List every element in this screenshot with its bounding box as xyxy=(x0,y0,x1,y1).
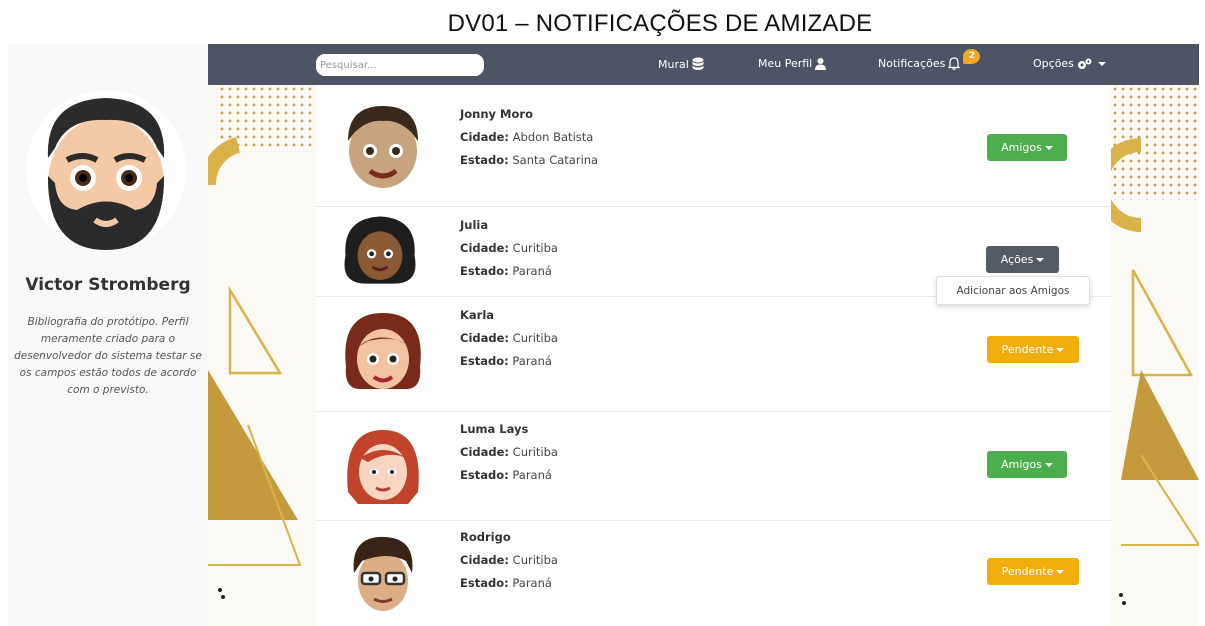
pendente-button-label: Pendente xyxy=(1001,565,1054,578)
friend-avatar xyxy=(338,529,428,619)
nav-mural-label: Mural xyxy=(658,57,689,71)
friend-cidade: Curitiba xyxy=(512,553,558,567)
estado-label: Estado: xyxy=(460,468,509,482)
cidade-label: Cidade: xyxy=(460,130,510,144)
database-icon xyxy=(692,57,704,70)
friend-cidade: Abdon Batista xyxy=(512,130,594,144)
right-decoration xyxy=(1111,85,1199,626)
chevron-down-icon xyxy=(1056,569,1065,574)
search-input[interactable] xyxy=(316,54,484,76)
chevron-down-icon xyxy=(1097,61,1106,66)
nav-opcoes[interactable]: Opções xyxy=(1033,57,1106,70)
acoes-button[interactable]: Ações xyxy=(986,246,1059,273)
page-caption: DV01 – NOTIFICAÇÕES DE AMIZADE xyxy=(447,10,873,37)
chevron-down-icon xyxy=(1044,462,1053,467)
amigos-button-label: Amigos xyxy=(1001,458,1042,471)
pendente-button-label: Pendente xyxy=(1001,343,1054,356)
friend-info: Rodrigo Cidade: Curitiba Estado: Paraná xyxy=(460,530,558,599)
cidade-label: Cidade: xyxy=(460,241,510,255)
amigos-button[interactable]: Amigos xyxy=(987,451,1067,478)
pendente-button[interactable]: Pendente xyxy=(987,558,1079,585)
friend-cidade: Curitiba xyxy=(512,241,558,255)
friend-name: Karla xyxy=(460,308,495,322)
friend-list: Jonny Moro Cidade: Abdon Batista Estado:… xyxy=(316,85,1111,626)
friend-row: Luma Lays Cidade: Curitiba Estado: Paran… xyxy=(316,412,1111,521)
profile-bio: Bibliografia do protótipo. Perfil merame… xyxy=(14,316,202,396)
estado-label: Estado: xyxy=(460,354,509,368)
nav-meu-perfil[interactable]: Meu Perfil xyxy=(758,57,827,70)
nav-meu-perfil-label: Meu Perfil xyxy=(758,57,813,70)
friend-info: Julia Cidade: Curitiba Estado: Paraná xyxy=(460,218,558,287)
profile-panel: Victor Stromberg Bibliografia do protóti… xyxy=(8,44,208,626)
friend-name: Jonny Moro xyxy=(460,107,533,121)
friend-info: Jonny Moro Cidade: Abdon Batista Estado:… xyxy=(460,107,598,176)
nav-opcoes-label: Opções xyxy=(1033,57,1074,70)
friend-name: Rodrigo xyxy=(460,530,511,544)
cidade-label: Cidade: xyxy=(460,445,510,459)
friend-avatar xyxy=(338,422,428,512)
cidade-label: Cidade: xyxy=(460,553,510,567)
dropdown-item-adicionar-amigos[interactable]: Adicionar aos Amigos xyxy=(936,276,1090,305)
amigos-button[interactable]: Amigos xyxy=(987,134,1067,161)
left-decoration xyxy=(208,85,316,626)
friend-avatar xyxy=(338,101,428,191)
friend-cidade: Curitiba xyxy=(512,331,558,345)
friend-avatar xyxy=(338,209,422,293)
profile-name: Victor Stromberg xyxy=(25,275,191,295)
friend-estado: Paraná xyxy=(512,576,552,590)
friend-row: Karla Cidade: Curitiba Estado: Paraná Pe… xyxy=(316,297,1111,412)
friend-name: Julia xyxy=(460,218,489,232)
bell-icon xyxy=(948,57,961,70)
friend-row: Jonny Moro Cidade: Abdon Batista Estado:… xyxy=(316,85,1111,207)
estado-label: Estado: xyxy=(460,264,509,278)
chevron-down-icon xyxy=(1044,145,1053,150)
acoes-button-label: Ações xyxy=(1000,253,1034,266)
amigos-button-label: Amigos xyxy=(1001,141,1042,154)
nav-notificacoes-label: Notificações xyxy=(878,57,946,70)
estado-label: Estado: xyxy=(460,576,509,590)
friend-estado: Paraná xyxy=(512,264,552,278)
estado-label: Estado: xyxy=(460,153,509,167)
friend-estado: Paraná xyxy=(512,354,552,368)
dropdown-item-label: Adicionar aos Amigos xyxy=(956,284,1070,297)
user-icon xyxy=(815,57,827,70)
friend-info: Karla Cidade: Curitiba Estado: Paraná xyxy=(460,308,558,377)
notification-badge: 2 xyxy=(963,48,981,64)
chevron-down-icon xyxy=(1056,347,1065,352)
profile-avatar xyxy=(26,90,186,250)
friend-name: Luma Lays xyxy=(460,422,529,436)
friend-avatar xyxy=(338,307,428,397)
nav-notificacoes[interactable]: Notificações 2 xyxy=(878,48,981,70)
chevron-down-icon xyxy=(1036,257,1045,262)
cidade-label: Cidade: xyxy=(460,331,510,345)
friend-estado: Paraná xyxy=(512,468,552,482)
top-navbar: Mural Meu Perfil Notificações 2 Opções xyxy=(208,44,1199,85)
friend-estado: Santa Catarina xyxy=(512,153,599,167)
friend-cidade: Curitiba xyxy=(512,445,558,459)
gears-icon xyxy=(1077,58,1092,69)
friend-info: Luma Lays Cidade: Curitiba Estado: Paran… xyxy=(460,422,558,491)
friend-row: Rodrigo Cidade: Curitiba Estado: Paraná … xyxy=(316,521,1111,626)
nav-mural[interactable]: Mural xyxy=(658,57,704,71)
pendente-button[interactable]: Pendente xyxy=(987,336,1079,363)
